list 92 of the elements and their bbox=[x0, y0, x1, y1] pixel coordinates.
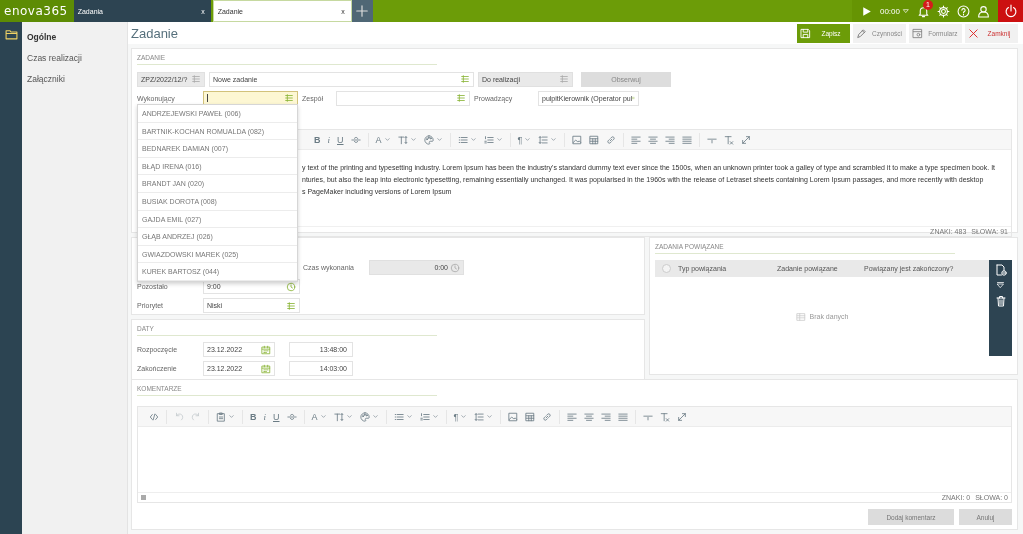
close-icon bbox=[968, 27, 979, 39]
underline-button[interactable]: U bbox=[337, 134, 344, 145]
fullscreen-icon[interactable] bbox=[741, 134, 752, 145]
align-right-icon[interactable] bbox=[665, 134, 676, 145]
clear-format-icon[interactable] bbox=[660, 411, 671, 422]
new-tab-button[interactable] bbox=[351, 0, 373, 22]
fullscreen-icon[interactable] bbox=[677, 411, 688, 422]
caret-icon[interactable] bbox=[405, 413, 413, 420]
font-color-button[interactable]: A bbox=[375, 134, 382, 145]
list-icon[interactable] bbox=[456, 93, 466, 103]
resize-handle[interactable] bbox=[141, 495, 146, 500]
justify-icon[interactable] bbox=[682, 134, 693, 145]
floppy-icon bbox=[800, 27, 811, 39]
table-icon bbox=[795, 311, 806, 322]
font-size-icon[interactable] bbox=[397, 134, 408, 145]
pencil-icon bbox=[856, 27, 867, 39]
paragraph-button[interactable]: ¶ bbox=[453, 411, 459, 422]
form-icon bbox=[912, 27, 923, 39]
align-left-icon[interactable] bbox=[631, 134, 642, 145]
link-icon[interactable] bbox=[542, 411, 553, 422]
caret-icon[interactable] bbox=[460, 413, 468, 420]
notifications-icon[interactable] bbox=[917, 4, 930, 18]
trash-icon[interactable] bbox=[994, 295, 1007, 307]
align-right-icon[interactable] bbox=[601, 411, 612, 422]
caret-icon[interactable] bbox=[371, 413, 379, 420]
table-icon[interactable] bbox=[525, 411, 536, 422]
strikethrough-icon[interactable] bbox=[286, 411, 297, 422]
caret-icon[interactable] bbox=[469, 136, 477, 143]
caret-icon[interactable] bbox=[345, 413, 353, 420]
sidebar-item[interactable]: Załączniki bbox=[22, 69, 127, 90]
filter-icon[interactable] bbox=[996, 281, 1005, 290]
team-field[interactable] bbox=[336, 90, 470, 106]
numbered-list-icon[interactable] bbox=[483, 134, 494, 145]
paragraph-button[interactable]: ¶ bbox=[517, 134, 523, 145]
font-color-button[interactable]: A bbox=[311, 411, 318, 422]
caret-icon[interactable] bbox=[486, 413, 494, 420]
caret-icon[interactable] bbox=[902, 7, 910, 15]
sidebar-item[interactable]: Czas realizacji bbox=[22, 48, 127, 69]
caret-icon[interactable] bbox=[550, 136, 558, 143]
align-center-icon[interactable] bbox=[584, 411, 595, 422]
bullet-list-icon[interactable] bbox=[393, 411, 404, 422]
help-icon[interactable] bbox=[957, 4, 970, 18]
list-icon[interactable] bbox=[286, 300, 296, 311]
timer-text: 00:00 bbox=[879, 6, 900, 16]
user-icon[interactable] bbox=[977, 4, 990, 18]
settings-icon[interactable] bbox=[937, 4, 950, 18]
caret-icon[interactable] bbox=[435, 136, 443, 143]
caret-icon[interactable] bbox=[228, 413, 235, 420]
sidebar-item[interactable]: Ogólne bbox=[22, 27, 127, 48]
folder-icon[interactable] bbox=[4, 28, 18, 41]
bullet-list-icon[interactable] bbox=[457, 134, 468, 145]
clear-format-icon[interactable] bbox=[724, 134, 735, 145]
caret-icon[interactable] bbox=[409, 136, 417, 143]
link-icon[interactable] bbox=[606, 134, 617, 145]
power-button[interactable] bbox=[998, 0, 1023, 22]
calendar-icon[interactable] bbox=[261, 344, 271, 355]
power-icon bbox=[1003, 4, 1018, 18]
bold-button[interactable]: B bbox=[314, 134, 321, 145]
justify-icon[interactable] bbox=[618, 411, 629, 422]
align-center-icon[interactable] bbox=[648, 134, 659, 145]
caret-icon[interactable] bbox=[383, 136, 391, 143]
image-icon[interactable] bbox=[572, 134, 583, 145]
clipboard-icon[interactable] bbox=[216, 411, 226, 422]
image-icon[interactable] bbox=[508, 411, 519, 422]
plus-icon bbox=[355, 4, 370, 18]
caret-icon[interactable] bbox=[319, 413, 327, 420]
clock-icon[interactable] bbox=[286, 281, 296, 292]
line-height-icon[interactable] bbox=[474, 411, 485, 422]
font-size-icon[interactable] bbox=[333, 411, 344, 422]
caret-icon[interactable] bbox=[431, 413, 439, 420]
palette-icon[interactable] bbox=[423, 134, 434, 145]
list-icon[interactable] bbox=[460, 74, 470, 84]
underline-button[interactable]: U bbox=[273, 411, 280, 422]
code-view-icon[interactable] bbox=[149, 411, 159, 422]
numbered-list-icon[interactable] bbox=[419, 411, 430, 422]
line-height-icon[interactable] bbox=[538, 134, 549, 145]
page-title: Zadanie bbox=[131, 25, 178, 41]
list-icon[interactable] bbox=[284, 93, 294, 103]
palette-icon[interactable] bbox=[359, 411, 370, 422]
italic-button[interactable]: i bbox=[327, 134, 330, 145]
table-icon[interactable] bbox=[589, 134, 600, 145]
caret-icon[interactable] bbox=[524, 136, 532, 143]
clock-icon[interactable] bbox=[450, 262, 460, 273]
italic-button[interactable]: i bbox=[263, 411, 266, 422]
add-document-icon[interactable] bbox=[994, 264, 1007, 276]
caret-icon[interactable] bbox=[495, 136, 503, 143]
logo: enova365 bbox=[0, 0, 74, 22]
select-all-checkbox[interactable] bbox=[662, 264, 671, 273]
bold-button[interactable]: B bbox=[250, 411, 257, 422]
align-left-icon[interactable] bbox=[567, 411, 578, 422]
calendar-icon[interactable] bbox=[261, 363, 271, 374]
strikethrough-icon[interactable] bbox=[350, 134, 361, 145]
